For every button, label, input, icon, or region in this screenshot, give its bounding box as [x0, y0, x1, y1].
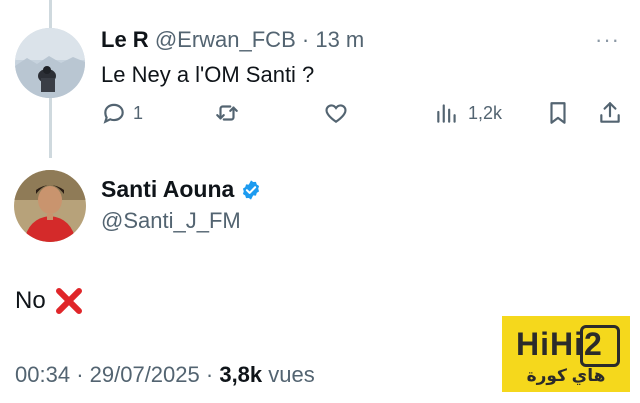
author-name-row: Santi Aouna	[101, 176, 262, 203]
author-avatar[interactable]	[14, 170, 86, 242]
watermark-sub-text: هاي كورة	[526, 366, 606, 385]
views-count: 1,2k	[468, 102, 503, 123]
tweet-text: No	[15, 286, 84, 316]
reply-action-bar: 1 1,2k	[0, 100, 640, 130]
analytics-icon	[437, 104, 456, 123]
reply-count: 1	[133, 102, 144, 123]
repost-button[interactable]	[214, 100, 240, 126]
watermark-logo: HiHi2 هاي كورة	[502, 316, 630, 392]
reply-author-name[interactable]: Le R	[101, 27, 149, 52]
reply-avatar[interactable]	[15, 28, 85, 98]
tweet-date[interactable]: 29/07/2025	[90, 362, 200, 387]
share-icon	[600, 102, 620, 123]
reply-text: Le Ney a l'OM Santi ?	[101, 62, 315, 87]
bookmark-icon	[550, 102, 566, 124]
thread-line-top	[49, 0, 52, 28]
views-button[interactable]: 1,2k	[434, 100, 502, 126]
more-options-icon[interactable]: ···	[595, 27, 620, 53]
meta-separator: ·	[205, 362, 214, 387]
tweet-meta: 00:34 · 29/07/2025 · 3,8k vues	[15, 362, 315, 388]
tweet-text-content: No	[15, 287, 46, 314]
watermark-main-text: HiHi2	[516, 326, 603, 362]
bookmark-button[interactable]	[545, 100, 571, 126]
repost-icon	[216, 105, 238, 121]
reply-timestamp[interactable]: 13 m	[315, 27, 364, 52]
reply-header: Le R @Erwan_FCB · 13 m	[101, 27, 364, 53]
views-label: vues	[268, 362, 315, 387]
header-separator: ·	[301, 27, 310, 52]
like-button[interactable]	[323, 100, 349, 126]
meta-separator: ·	[76, 362, 84, 387]
tweet-time[interactable]: 00:34	[15, 362, 70, 387]
share-button[interactable]	[597, 100, 623, 126]
comment-icon	[103, 103, 124, 124]
reply-author-handle[interactable]: @Erwan_FCB	[155, 27, 296, 52]
cross-mark-icon	[55, 288, 82, 314]
reply-button[interactable]: 1	[101, 100, 143, 126]
heart-icon	[325, 104, 347, 123]
author-handle[interactable]: @Santi_J_FM	[101, 208, 241, 234]
verified-badge-icon	[243, 179, 260, 200]
author-name[interactable]: Santi Aouna	[101, 176, 234, 203]
views-count-total: 3,8k	[219, 362, 263, 387]
